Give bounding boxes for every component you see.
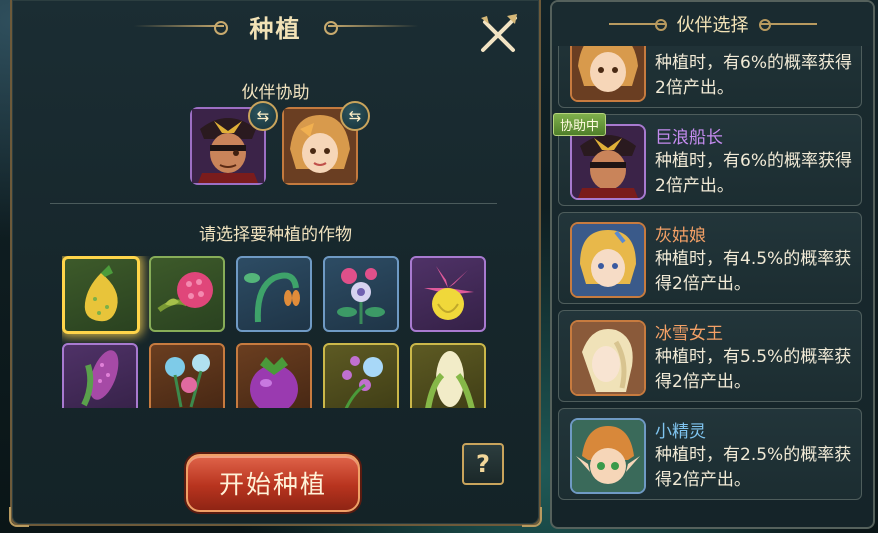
snow-queen-portrait (572, 322, 644, 394)
start-planting-button[interactable]: 开始种植 (186, 454, 360, 512)
partner-list[interactable]: 种植时，有6%的概率获得2倍产出。 协助中 巨浪船长 种植时，有6%的概率获得2… (553, 2, 863, 527)
partner-desc: 种植时，有2.5%的概率获得2倍产出。 (655, 445, 852, 490)
flower-berries-icon (337, 268, 385, 324)
crop-purple-mangosteen[interactable] (236, 343, 312, 408)
planting-title-bar: 种植 (12, 0, 539, 52)
partner-select-title: 伙伴选择 (676, 15, 749, 36)
partner-desc: 种植时，有6%的概率获得2倍产出。 (655, 151, 852, 196)
swap-icon[interactable]: ⇆ (248, 101, 278, 131)
onion-flower-icon (424, 266, 474, 320)
helper-slot-captain[interactable]: ⇆ (190, 101, 278, 185)
partner-select-panel: 种植时，有6%的概率获得2倍产出。 协助中 巨浪船长 种植时，有6%的概率获得2… (550, 0, 875, 529)
crop-yellow-onion-flower[interactable] (410, 256, 486, 332)
purple-corn-icon (81, 350, 119, 407)
partner-portrait (570, 320, 646, 396)
partner-portrait (570, 222, 646, 298)
crop-pink-berry[interactable] (149, 256, 225, 332)
crop-yellow-pear-fruit[interactable] (62, 256, 140, 334)
partner-portrait (570, 418, 646, 494)
title-flourish-icon (608, 19, 667, 31)
planting-panel: 种植 伙伴协助 ⇆ ⇆ 请选择要种植的作物 ? 开始种植 (9, 0, 542, 527)
partner-card[interactable]: 灰姑娘 种植时，有4.5%的概率获得2倍产出。 (558, 212, 862, 304)
partner-name: 灰姑娘 (655, 226, 706, 246)
partner-name: 小精灵 (655, 422, 706, 442)
crop-blue-pearl-berries[interactable] (323, 343, 399, 408)
crop-blue-orb-flowers[interactable] (149, 343, 225, 408)
partner-desc: 种植时，有6%的概率获得2倍产出。 (655, 53, 852, 98)
pearl-berries-icon (342, 356, 383, 408)
elf-portrait (572, 420, 644, 492)
partner-card[interactable]: 协助中 巨浪船长 种植时，有6%的概率获得2倍产出。 (553, 113, 862, 206)
helper-section-label: 伙伴协助 (241, 83, 310, 103)
crop-green-vine-pods[interactable] (236, 256, 312, 332)
partner-select-header: 伙伴选择 (552, 2, 873, 46)
partner-card[interactable]: 小精灵 种植时，有2.5%的概率获得2倍产出。 (558, 408, 862, 500)
captain-portrait (572, 126, 644, 198)
yellow-pear-icon (84, 265, 118, 322)
partner-name: 巨浪船长 (655, 128, 723, 148)
partner-card[interactable]: 冰雪女王 种植时，有5.5%的概率获得2倍产出。 (558, 310, 862, 402)
assisting-badge: 协助中 (553, 113, 607, 136)
helper-slot-partner[interactable]: ⇆ (282, 101, 370, 185)
close-button[interactable] (477, 12, 521, 56)
vine-pods-icon (244, 272, 300, 323)
crop-grid (62, 256, 486, 408)
page-title: 种植 (249, 14, 302, 43)
crop-prompt: 请选择要种植的作物 (199, 225, 352, 245)
partner-name: 冰雪女王 (655, 324, 723, 344)
title-flourish-icon (323, 20, 418, 35)
helper-slots: ⇆ ⇆ (190, 101, 370, 185)
blue-orb-flowers-icon (165, 354, 210, 408)
crop-pink-flower-berries[interactable] (323, 256, 399, 332)
partner-desc: 种植时，有4.5%的概率获得2倍产出。 (655, 249, 852, 294)
mangosteen-icon (250, 357, 298, 408)
title-flourish-icon (758, 19, 817, 31)
swap-icon[interactable]: ⇆ (340, 101, 370, 131)
cinderella-portrait (572, 224, 644, 296)
close-icon (481, 14, 517, 52)
crop-white-corn[interactable] (410, 343, 486, 408)
title-flourish-icon (133, 20, 228, 35)
section-divider (50, 203, 497, 204)
corner-ornament (9, 507, 29, 527)
partner-desc: 种植时，有5.5%的概率获得2倍产出。 (655, 347, 852, 392)
crop-purple-corn[interactable] (62, 343, 138, 408)
corner-ornament (522, 507, 542, 527)
pink-berry-icon (157, 272, 213, 313)
white-corn-icon (425, 351, 475, 408)
help-button[interactable]: ? (462, 443, 504, 485)
